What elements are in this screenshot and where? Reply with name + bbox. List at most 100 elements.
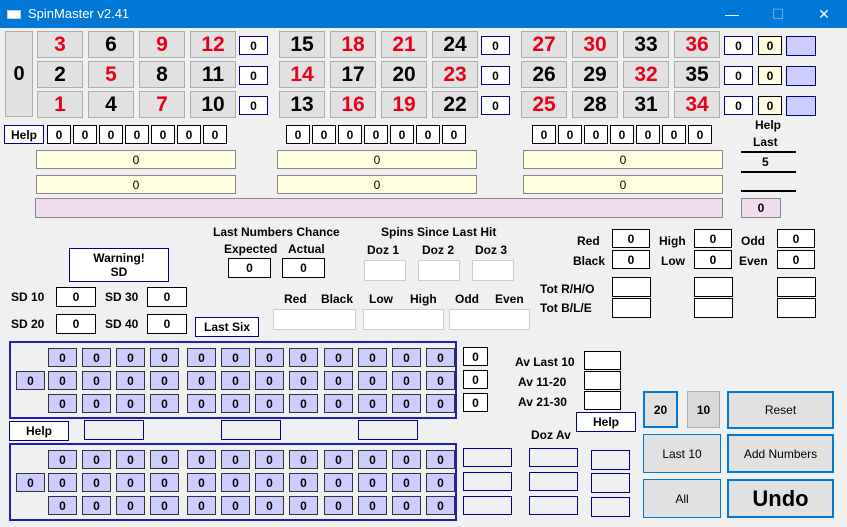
number-10-button[interactable]: 10	[190, 91, 236, 118]
dozen-counter: 0	[584, 125, 608, 144]
doz-av-a1	[463, 448, 512, 467]
expected-label: Expected	[224, 242, 278, 256]
number-12-button[interactable]: 12	[190, 31, 236, 58]
all-button[interactable]: All	[643, 479, 721, 518]
black-label: Black	[573, 254, 606, 268]
close-button[interactable]: ✕	[801, 0, 847, 28]
grid-cell: 0	[289, 394, 318, 413]
minimize-button[interactable]: —	[709, 0, 755, 28]
number-5-button[interactable]: 5	[88, 61, 134, 88]
group-count: 0	[724, 36, 753, 55]
doz-av-c3	[591, 497, 630, 517]
grid-cell: 0	[82, 371, 111, 390]
grid-cell: 0	[392, 473, 421, 492]
number-1-button[interactable]: 1	[37, 91, 83, 118]
number-9-button[interactable]: 9	[139, 31, 185, 58]
spin-count-10-button[interactable]: 10	[687, 391, 720, 428]
grid-cell: 0	[150, 348, 179, 367]
history-bar	[35, 198, 723, 218]
number-11-button[interactable]: 11	[190, 61, 236, 88]
maximize-button[interactable]: ☐	[755, 0, 801, 28]
number-18-button[interactable]: 18	[330, 31, 376, 58]
dozen-counter: 0	[662, 125, 686, 144]
grid2-left-cell: 0	[16, 473, 45, 492]
add-numbers-button[interactable]: Add Numbers	[727, 434, 834, 473]
reset-button[interactable]: Reset	[727, 391, 834, 429]
doz1-spins	[364, 260, 406, 281]
number-33-button[interactable]: 33	[623, 31, 669, 58]
av-21-30-label: Av 21-30	[518, 395, 567, 409]
number-19-button[interactable]: 19	[381, 91, 427, 118]
grid-cell: 0	[48, 394, 77, 413]
number-34-button[interactable]: 34	[674, 91, 720, 118]
grid-cell: 0	[116, 394, 145, 413]
grid-cell: 0	[150, 450, 179, 469]
sd30-label: SD 30	[105, 290, 139, 304]
yellow-bar: 0	[523, 150, 723, 169]
tot-odd	[777, 277, 816, 297]
help-button-2[interactable]: Help	[9, 421, 69, 441]
dozen-counter: 0	[203, 125, 227, 144]
number-31-button[interactable]: 31	[623, 91, 669, 118]
number-14-button[interactable]: 14	[279, 61, 325, 88]
grid-cell: 0	[116, 473, 145, 492]
grid-cell: 0	[221, 496, 250, 515]
number-28-button[interactable]: 28	[572, 91, 618, 118]
title-bar: SpinMaster v2.41 — ☐ ✕	[0, 0, 847, 28]
number-27-button[interactable]: 27	[521, 31, 567, 58]
number-2-button[interactable]: 2	[37, 61, 83, 88]
actual-label: Actual	[288, 242, 325, 256]
number-8-button[interactable]: 8	[139, 61, 185, 88]
sd10-value: 0	[56, 287, 96, 307]
grid-cell: 0	[392, 496, 421, 515]
actual-value: 0	[282, 258, 325, 278]
number-21-button[interactable]: 21	[381, 31, 427, 58]
help-button-3[interactable]: Help	[576, 412, 636, 432]
grid-cell: 0	[289, 371, 318, 390]
dozen-counter: 0	[558, 125, 582, 144]
number-17-button[interactable]: 17	[330, 61, 376, 88]
number-6-button[interactable]: 6	[88, 31, 134, 58]
number-26-button[interactable]: 26	[521, 61, 567, 88]
number-4-button[interactable]: 4	[88, 91, 134, 118]
app-icon	[7, 10, 21, 19]
dozen-counter: 0	[338, 125, 362, 144]
number-13-button[interactable]: 13	[279, 91, 325, 118]
group-count: 0	[724, 66, 753, 85]
grid-cell: 0	[289, 348, 318, 367]
undo-button[interactable]: Undo	[727, 479, 834, 518]
number-7-button[interactable]: 7	[139, 91, 185, 118]
red-count: 0	[612, 229, 650, 248]
number-zero-button[interactable]: 0	[5, 31, 33, 117]
number-29-button[interactable]: 29	[572, 61, 618, 88]
number-30-button[interactable]: 30	[572, 31, 618, 58]
last-10-button[interactable]: Last 10	[643, 434, 721, 473]
av-11-20-value	[584, 371, 621, 390]
number-35-button[interactable]: 35	[674, 61, 720, 88]
grid-cell: 0	[187, 371, 216, 390]
help-button[interactable]: Help	[4, 125, 44, 144]
grid-cell: 0	[255, 496, 284, 515]
grid-cell: 0	[324, 371, 353, 390]
group-count: 0	[239, 66, 268, 85]
column-indicator	[786, 36, 816, 56]
last-six-button[interactable]: Last Six	[195, 317, 259, 337]
grid-cell: 0	[324, 496, 353, 515]
number-20-button[interactable]: 20	[381, 61, 427, 88]
group-count: 0	[481, 66, 510, 85]
av-last10-label: Av Last 10	[515, 355, 575, 369]
low-col-label: Low	[369, 292, 393, 306]
spin-count-20-button[interactable]: 20	[643, 391, 678, 428]
number-16-button[interactable]: 16	[330, 91, 376, 118]
grid-cell: 0	[187, 473, 216, 492]
dozen-counter: 0	[47, 125, 71, 144]
number-23-button[interactable]: 23	[432, 61, 478, 88]
number-32-button[interactable]: 32	[623, 61, 669, 88]
number-22-button[interactable]: 22	[432, 91, 478, 118]
number-15-button[interactable]: 15	[279, 31, 325, 58]
number-3-button[interactable]: 3	[37, 31, 83, 58]
number-36-button[interactable]: 36	[674, 31, 720, 58]
doz3-spins	[472, 260, 514, 281]
number-25-button[interactable]: 25	[521, 91, 567, 118]
number-24-button[interactable]: 24	[432, 31, 478, 58]
